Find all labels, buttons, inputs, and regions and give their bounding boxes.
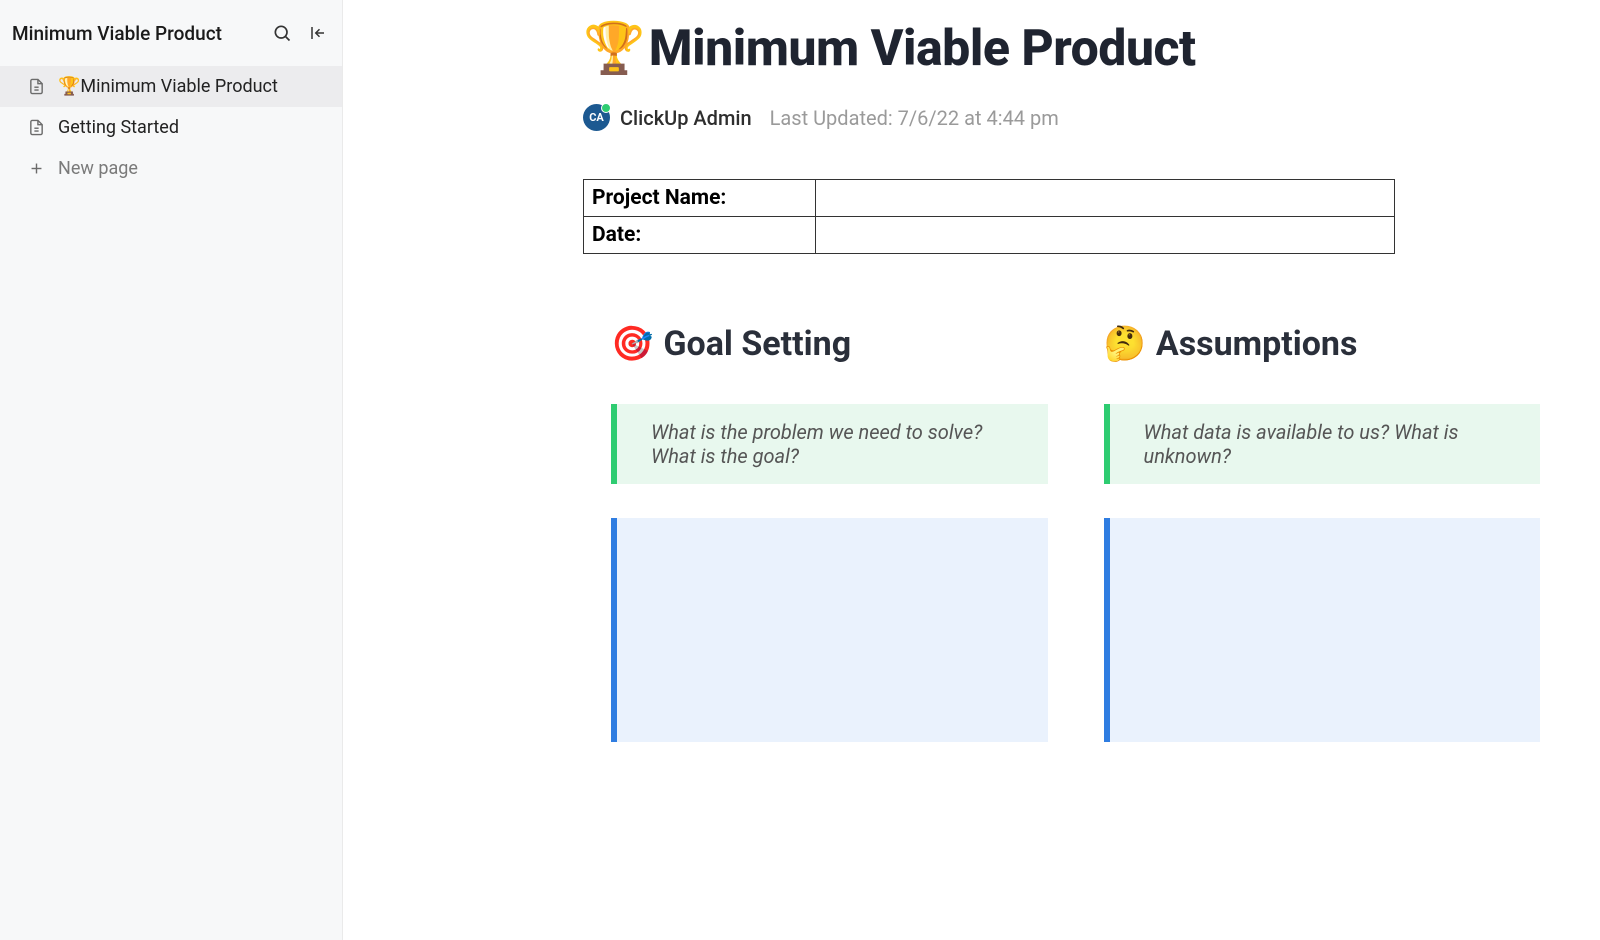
sidebar-header: Minimum Viable Product bbox=[0, 0, 342, 66]
column-assumptions: 🤔 Assumptions What data is available to … bbox=[1104, 324, 1541, 776]
page-title[interactable]: 🏆Minimum Viable Product bbox=[583, 20, 1540, 78]
collapse-sidebar-icon[interactable] bbox=[306, 21, 330, 45]
page-title-text: Minimum Viable Product bbox=[649, 20, 1196, 78]
column-heading-text: Assumptions bbox=[1156, 324, 1358, 364]
main-content: 🏆Minimum Viable Product CA ClickUp Admin… bbox=[343, 0, 1600, 940]
table-row: Project Name: bbox=[584, 180, 1395, 217]
doc-container: 🏆Minimum Viable Product CA ClickUp Admin… bbox=[343, 20, 1600, 776]
column-heading-goal-setting: 🎯 Goal Setting bbox=[611, 324, 1048, 364]
table-label-project-name: Project Name: bbox=[584, 180, 816, 217]
table-label-date: Date: bbox=[584, 217, 816, 254]
sidebar: Minimum Viable Product bbox=[0, 0, 343, 940]
thinking-emoji: 🤔 bbox=[1104, 324, 1146, 364]
goal-setting-content[interactable] bbox=[611, 518, 1048, 742]
table-value-date[interactable] bbox=[816, 217, 1395, 254]
author-name: ClickUp Admin bbox=[620, 106, 752, 130]
plus-icon bbox=[28, 160, 46, 178]
sidebar-item-getting-started[interactable]: Getting Started bbox=[0, 107, 342, 148]
new-page-label: New page bbox=[58, 158, 138, 179]
last-updated: Last Updated: 7/6/22 at 4:44 pm bbox=[770, 106, 1059, 130]
document-icon bbox=[28, 119, 46, 137]
column-heading-assumptions: 🤔 Assumptions bbox=[1104, 324, 1541, 364]
sidebar-new-page[interactable]: New page bbox=[0, 148, 342, 189]
assumptions-prompt[interactable]: What data is available to us? What is un… bbox=[1104, 404, 1541, 484]
two-column-layout: 🎯 Goal Setting What is the problem we ne… bbox=[583, 324, 1540, 776]
sidebar-nav: 🏆Minimum Viable Product Getting Started bbox=[0, 66, 342, 189]
assumptions-content[interactable] bbox=[1104, 518, 1541, 742]
column-heading-text: Goal Setting bbox=[663, 324, 851, 364]
document-icon bbox=[28, 78, 46, 96]
sidebar-item-label: Getting Started bbox=[58, 117, 179, 138]
sidebar-title: Minimum Viable Product bbox=[12, 22, 222, 45]
target-emoji: 🎯 bbox=[611, 324, 653, 364]
search-icon[interactable] bbox=[270, 21, 294, 45]
sidebar-item-mvp[interactable]: 🏆Minimum Viable Product bbox=[0, 66, 342, 107]
table-row: Date: bbox=[584, 217, 1395, 254]
sidebar-header-actions bbox=[270, 21, 330, 45]
doc-meta: CA ClickUp Admin Last Updated: 7/6/22 at… bbox=[583, 104, 1540, 131]
avatar[interactable]: CA bbox=[583, 104, 610, 131]
column-goal-setting: 🎯 Goal Setting What is the problem we ne… bbox=[611, 324, 1048, 776]
goal-setting-prompt[interactable]: What is the problem we need to solve? Wh… bbox=[611, 404, 1048, 484]
table-value-project-name[interactable] bbox=[816, 180, 1395, 217]
page-title-emoji: 🏆 bbox=[583, 20, 645, 78]
sidebar-item-label: 🏆Minimum Viable Product bbox=[58, 76, 278, 97]
info-table: Project Name: Date: bbox=[583, 179, 1395, 254]
